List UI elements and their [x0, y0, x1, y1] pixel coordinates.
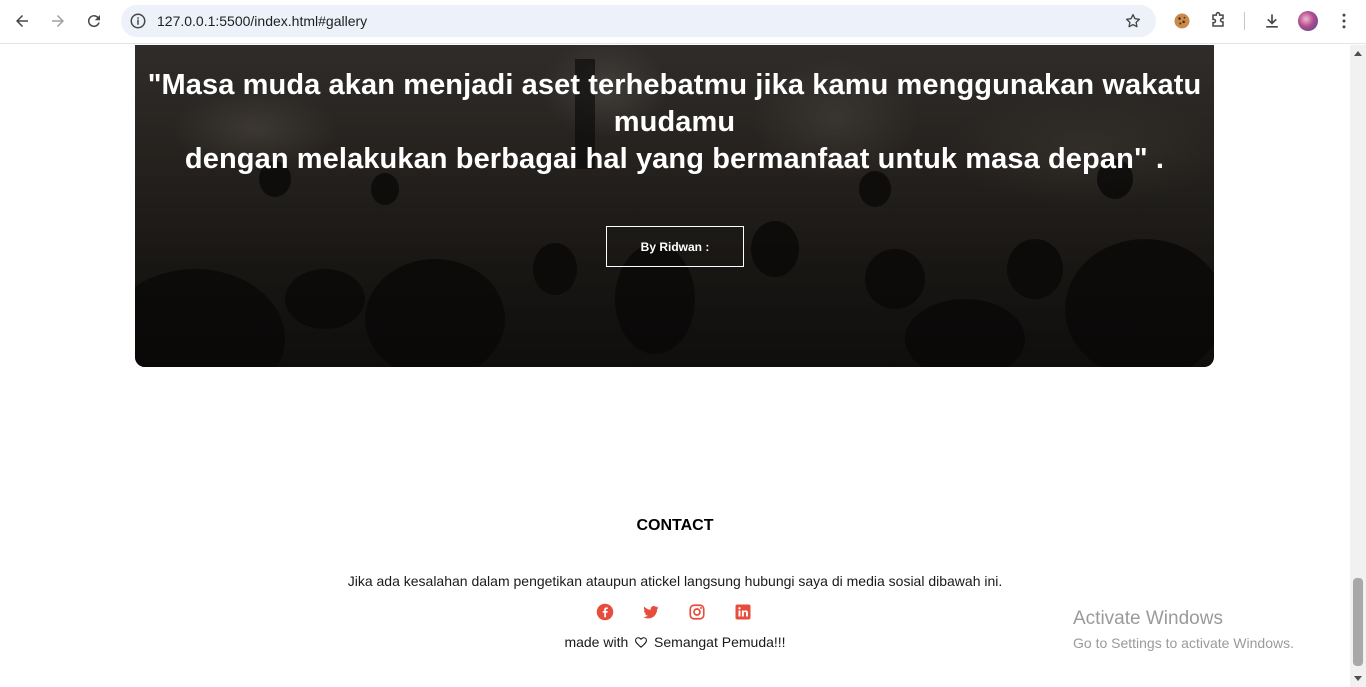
- contact-description: Jika ada kesalahan dalam pengetikan atau…: [347, 573, 1003, 589]
- twitter-icon[interactable]: [642, 603, 660, 621]
- watermark-subtitle: Go to Settings to activate Windows.: [1073, 635, 1294, 651]
- quote-hero-card: "Masa muda akan menjadi aset terhebatmu …: [135, 45, 1214, 367]
- watermark-title: Activate Windows: [1073, 608, 1223, 629]
- scroll-up-arrow-icon[interactable]: [1354, 51, 1362, 56]
- more-menu-icon[interactable]: [1334, 11, 1354, 31]
- made-with-suffix: Semangat Pemuda!!!: [654, 634, 786, 650]
- forward-button[interactable]: [43, 7, 73, 35]
- facebook-icon[interactable]: [596, 603, 614, 621]
- page-viewport: "Masa muda akan menjadi aset terhebatmu …: [0, 45, 1350, 687]
- made-with-label: made with: [564, 634, 629, 650]
- quote-line-2: mudamu: [613, 106, 736, 138]
- back-icon: [16, 15, 28, 27]
- instagram-icon[interactable]: [688, 603, 706, 621]
- site-info-icon[interactable]: [129, 12, 147, 30]
- contact-heading: CONTACT: [636, 517, 714, 534]
- heart-icon: [635, 637, 648, 648]
- bookmark-star-icon[interactable]: [1124, 12, 1142, 30]
- windows-activation-watermark: Activate Windows Go to Settings to activ…: [1073, 608, 1294, 651]
- social-links: [596, 603, 752, 623]
- scrollbar-thumb[interactable]: [1353, 578, 1363, 666]
- address-bar[interactable]: 127.0.0.1:5500/index.html#gallery: [121, 5, 1156, 37]
- hero-quote: "Masa muda akan menjadi aset terhebatmu …: [135, 67, 1214, 178]
- toolbar-separator: [1244, 12, 1245, 30]
- profile-avatar[interactable]: [1298, 11, 1318, 31]
- browser-toolbar: 127.0.0.1:5500/index.html#gallery: [0, 0, 1366, 44]
- author-button[interactable]: By Ridwan :: [606, 226, 744, 267]
- scroll-down-arrow-icon[interactable]: [1354, 676, 1362, 681]
- quote-line-3: dengan melakukan berbagai hal yang berma…: [184, 143, 1165, 175]
- vertical-scrollbar[interactable]: [1350, 45, 1366, 687]
- reload-button[interactable]: [79, 7, 109, 35]
- extensions-puzzle-icon[interactable]: [1208, 11, 1228, 31]
- back-button[interactable]: [7, 7, 37, 35]
- linkedin-icon[interactable]: [734, 603, 752, 621]
- cookie-extension-icon[interactable]: [1172, 11, 1192, 31]
- forward-icon: [52, 15, 64, 27]
- download-icon[interactable]: [1262, 11, 1282, 31]
- reload-icon: [87, 15, 100, 28]
- url-text[interactable]: 127.0.0.1:5500/index.html#gallery: [157, 13, 367, 29]
- quote-line-1: "Masa muda akan menjadi aset terhebatmu …: [147, 69, 1202, 101]
